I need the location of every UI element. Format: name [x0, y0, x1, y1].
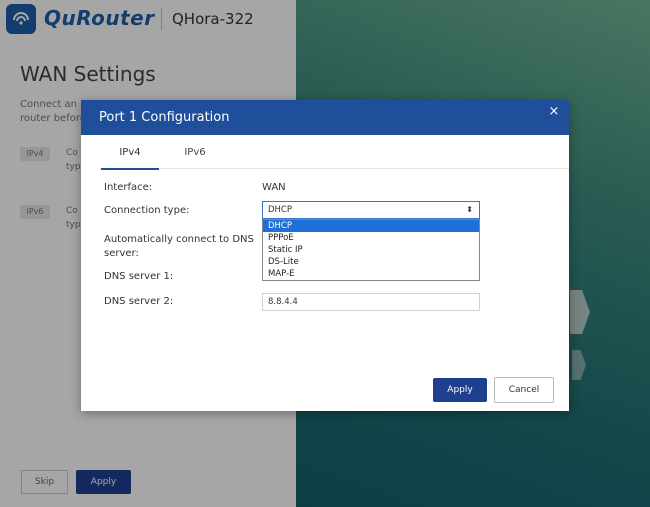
interface-value: WAN	[262, 182, 286, 193]
close-icon[interactable]: ×	[547, 105, 561, 119]
dropdown-option-dhcp[interactable]: DHCP	[263, 220, 479, 232]
interface-label: Interface:	[104, 182, 153, 193]
auto-dns-label-continued: server:	[104, 248, 139, 259]
tab-bar: IPv4 IPv6	[99, 144, 569, 170]
dropdown-option-pppoe[interactable]: PPPoE	[263, 232, 479, 244]
connection-type-dropdown: DHCP PPPoE Static IP DS-Lite MAP-E	[262, 219, 480, 281]
port-configuration-dialog: Port 1 Configuration × IPv4 IPv6 Interfa…	[81, 100, 569, 411]
dropdown-option-ds-lite[interactable]: DS-Lite	[263, 256, 479, 268]
auto-dns-label: Automatically connect to DNS	[104, 234, 254, 245]
dns-server-2-label: DNS server 2:	[104, 296, 174, 307]
select-arrows-icon: ⬍	[466, 205, 473, 214]
dns-server-1-label: DNS server 1:	[104, 271, 174, 282]
dropdown-option-map-e[interactable]: MAP-E	[263, 268, 479, 280]
apply-button[interactable]: Apply	[433, 378, 487, 402]
dialog-title: Port 1 Configuration	[99, 110, 230, 125]
dns-server-2-input[interactable]: 8.8.4.4	[262, 293, 480, 311]
dialog-header: Port 1 Configuration ×	[81, 100, 569, 135]
connection-type-select[interactable]: DHCP ⬍	[262, 201, 480, 219]
cancel-button[interactable]: Cancel	[494, 377, 554, 403]
connection-type-selected-value: DHCP	[268, 205, 292, 215]
dropdown-option-static-ip[interactable]: Static IP	[263, 244, 479, 256]
tab-ipv4[interactable]: IPv4	[101, 147, 159, 170]
tab-ipv6[interactable]: IPv6	[165, 147, 225, 158]
connection-type-label: Connection type:	[104, 205, 190, 216]
